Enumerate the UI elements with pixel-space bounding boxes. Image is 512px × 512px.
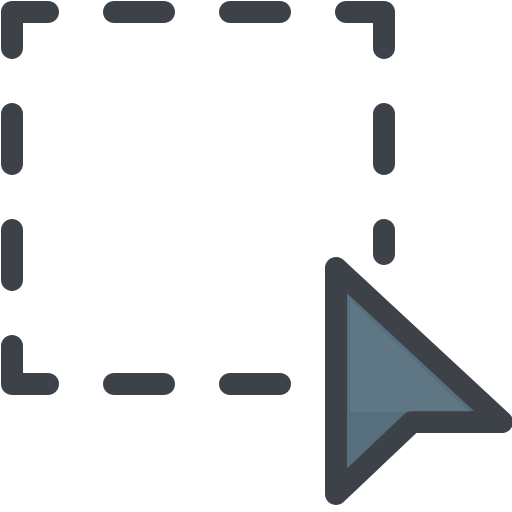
marquee-corner-top-left [1,1,59,59]
marquee-corner-bottom-left [1,335,59,395]
select-area-icon [1,1,512,505]
cursor-arrow [325,257,512,505]
select-area-icon-canvas [0,0,512,512]
marquee-corner-top-right [335,1,395,59]
